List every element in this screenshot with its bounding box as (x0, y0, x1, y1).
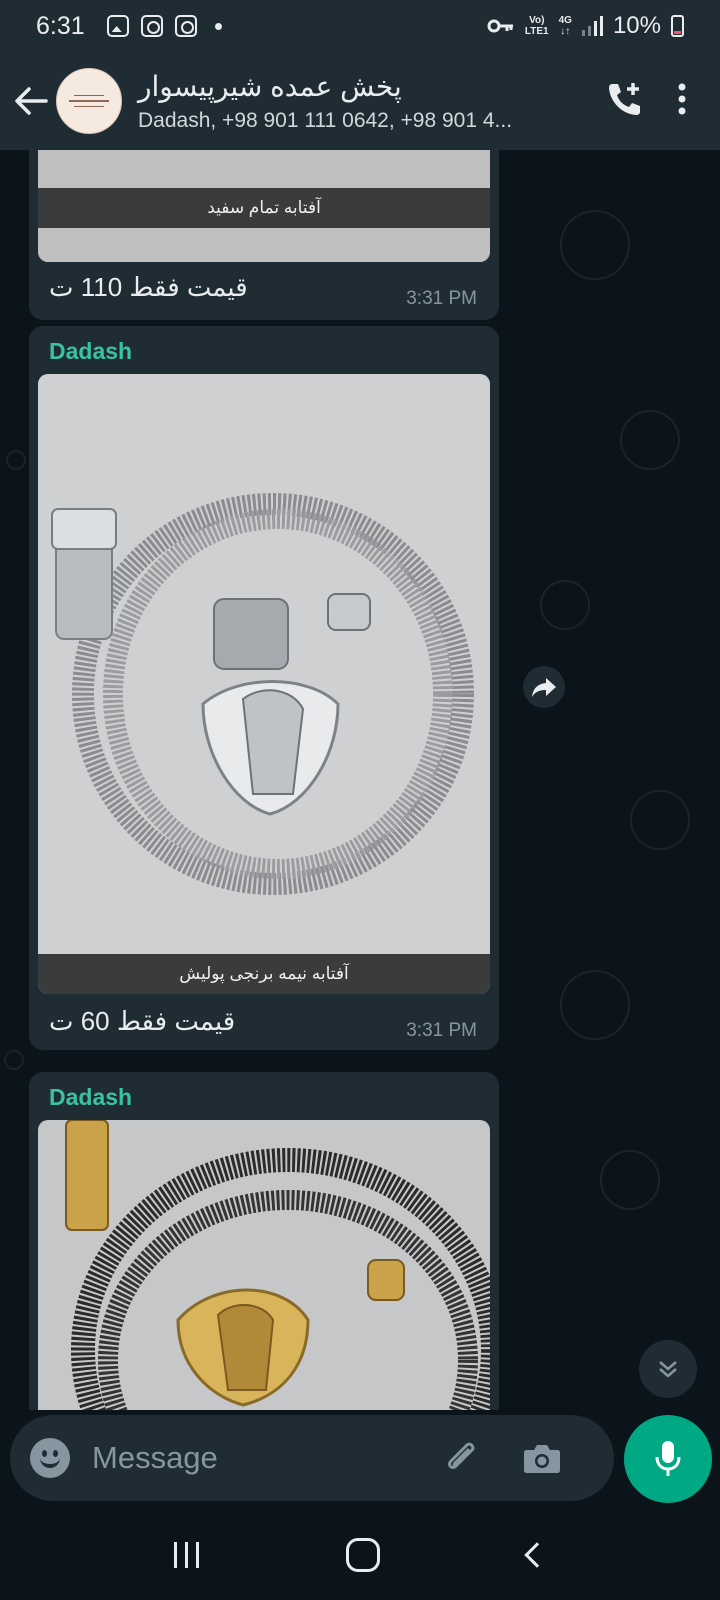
status-bar: 6:31 Vo) LTE1 4G ↓↑ 10% (0, 0, 720, 52)
wallpaper-doodle (4, 1050, 24, 1070)
message-time: 3:31 PM (406, 1020, 477, 1041)
forward-icon (532, 678, 556, 697)
avatar-logo-line (74, 95, 104, 96)
volte-indicator: Vo) LTE1 (525, 15, 549, 37)
signal-strength-icon (581, 16, 603, 36)
message-image[interactable]: آفتابه تمام سفید (38, 150, 490, 262)
back-button[interactable] (0, 70, 62, 132)
add-call-button[interactable] (606, 80, 644, 123)
vpn-key-icon (487, 19, 513, 33)
message-bubble[interactable]: Dadash (29, 1072, 499, 1410)
wallpaper-doodle (630, 790, 690, 850)
scroll-to-bottom-button[interactable] (639, 1340, 697, 1398)
battery-icon (671, 15, 684, 37)
image-caption-bar: آفتابه تمام سفید (38, 188, 490, 228)
camera-button[interactable] (520, 1436, 564, 1480)
message-image[interactable] (38, 1120, 490, 1410)
wallpaper-doodle (620, 410, 680, 470)
home-button[interactable] (346, 1538, 381, 1572)
add-call-icon (609, 82, 640, 115)
data-type-indicator: 4G ↓↑ (559, 15, 572, 37)
double-chevron-down-icon (659, 1361, 677, 1378)
sender-name: Dadash (49, 338, 133, 364)
black-hose-image (65, 1120, 490, 1410)
chat-header: پخش عمده شیرپیسوار Dadash, +98 901 111 0… (0, 52, 720, 150)
system-navigation-bar (0, 1510, 720, 1600)
chat-messages[interactable]: آفتابه تمام سفید قیمت فقط 110 ت 3:31 PM … (0, 150, 720, 1410)
more-notifications-dot-icon (214, 22, 222, 30)
message-composer (0, 1410, 720, 1510)
message-text: قیمت فقط 110 ت (49, 272, 248, 302)
message-time: 3:31 PM (406, 288, 477, 309)
more-vert-icon (678, 83, 686, 114)
message-input-pill (10, 1415, 614, 1501)
lte-label: LTE1 (524, 26, 549, 37)
wallpaper-doodle (560, 210, 630, 280)
data-arrows-icon: ↓↑ (560, 26, 571, 37)
wallpaper-doodle (600, 1150, 660, 1210)
wallpaper-doodle (6, 450, 26, 470)
wallpaper-doodle (540, 580, 590, 630)
message-bubble[interactable]: Dadash آفتابه نیمه برنجی پولیش قیمت فقط … (29, 326, 499, 1050)
emoji-button[interactable] (30, 1438, 70, 1478)
camera-icon (524, 1445, 560, 1473)
status-time: 6:31 (36, 11, 85, 40)
recent-apps-button[interactable] (173, 1542, 199, 1568)
voice-message-button[interactable] (624, 1415, 712, 1503)
back-arrow-icon (15, 87, 48, 115)
chat-title: پخش عمده شیرپیسوار (138, 70, 402, 102)
more-options-button[interactable] (678, 82, 686, 121)
instagram-notification-icon-2 (174, 15, 197, 37)
message-text: قیمت فقط 60 ت (49, 1006, 236, 1036)
battery-percent: 10% (612, 12, 661, 39)
message-bubble[interactable]: آفتابه تمام سفید قیمت فقط 110 ت 3:31 PM (29, 150, 499, 320)
system-back-button[interactable] (524, 1542, 550, 1568)
hose-image (51, 493, 474, 895)
volte-label: Vo) (529, 15, 545, 26)
data-type-label: 4G (558, 15, 572, 26)
wallpaper-doodle (560, 970, 630, 1040)
forward-button[interactable] (523, 666, 565, 708)
group-avatar[interactable] (56, 68, 122, 134)
attach-button[interactable] (440, 1436, 484, 1480)
attach-icon (448, 1442, 475, 1469)
gallery-notification-icon (106, 15, 129, 37)
message-image[interactable]: آفتابه نیمه برنجی پولیش (38, 374, 490, 994)
avatar-logo-line (69, 100, 109, 102)
chat-info[interactable]: پخش عمده شیرپیسوار Dadash, +98 901 111 0… (138, 70, 548, 133)
avatar-logo-line (74, 106, 104, 107)
message-input[interactable] (92, 1440, 432, 1476)
emoji-icon (40, 1458, 60, 1468)
sender-name: Dadash (49, 1084, 133, 1110)
image-caption-bar: آفتابه نیمه برنجی پولیش (38, 954, 490, 994)
mic-icon (655, 1441, 681, 1476)
chat-participants: Dadash, +98 901 111 0642, +98 901 4... (138, 108, 513, 132)
instagram-notification-icon (140, 15, 163, 37)
